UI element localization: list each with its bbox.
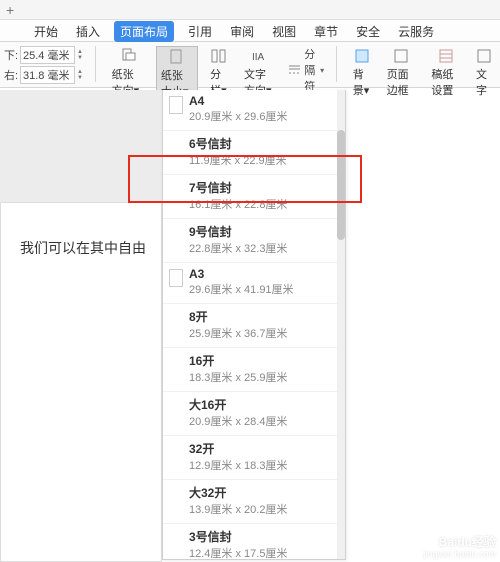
margin-right-label: 右: [4, 67, 18, 83]
svg-text:IIA: IIA [252, 52, 265, 63]
paper-size-name: 32开 [189, 440, 287, 457]
paper-size-name: 6号信封 [189, 135, 287, 152]
tab-cloud[interactable]: 云服务 [394, 21, 438, 42]
paper-size-name: 16开 [189, 352, 287, 369]
paper-size-icon [169, 49, 185, 65]
tab-review[interactable]: 审阅 [226, 21, 258, 42]
margin-right-row[interactable]: 右: 31.8 毫米 ▲▼ [4, 66, 83, 84]
page-border-label: 页面边框 [387, 66, 416, 98]
tab-page-layout[interactable]: 页面布局 [114, 21, 174, 42]
paper-size-name: 7号信封 [189, 179, 287, 196]
page-border-icon [393, 48, 409, 64]
tab-view[interactable]: 视图 [268, 21, 300, 42]
paper-size-option[interactable]: 16开18.3厘米 x 25.9厘米 [163, 347, 345, 391]
menu-scrollbar[interactable] [337, 90, 345, 559]
titlebar: + [0, 0, 500, 20]
paper-size-dims: 29.6厘米 x 41.91厘米 [189, 281, 294, 297]
paper-size-menu: A420.9厘米 x 29.6厘米6号信封11.9厘米 x 22.9厘米7号信封… [162, 90, 346, 560]
paper-size-option[interactable]: 6号信封11.9厘米 x 22.9厘米 [163, 130, 345, 174]
background-icon [354, 48, 370, 64]
paper-size-dims: 11.9厘米 x 22.9厘米 [189, 152, 287, 168]
orientation-icon [120, 48, 136, 64]
page-border-button[interactable]: 页面边框 [383, 46, 420, 100]
paper-size-dims: 18.3厘米 x 25.9厘米 [189, 369, 287, 385]
section-break-button[interactable]: 分隔符 ▾ [288, 46, 324, 94]
paper-size-name: 大16开 [189, 396, 287, 413]
text-icon [476, 48, 492, 64]
stepper-icon[interactable]: ▲▼ [77, 69, 83, 81]
columns-icon [211, 48, 227, 64]
scrollbar-thumb[interactable] [337, 130, 345, 240]
paper-size-option[interactable]: 3号信封12.4厘米 x 17.5厘米 [163, 523, 345, 560]
margin-bottom-value[interactable]: 25.4 毫米 [20, 46, 75, 64]
new-tab-button[interactable]: + [6, 2, 14, 18]
paper-size-option[interactable]: 8开25.9厘米 x 36.7厘米 [163, 303, 345, 347]
paper-size-option[interactable]: A420.9厘米 x 29.6厘米 [163, 90, 345, 130]
paper-size-dims: 22.8厘米 x 32.3厘米 [189, 240, 287, 256]
text-label: 文字 [476, 66, 492, 98]
paper-size-dims: 16.1厘米 x 22.8厘米 [189, 196, 287, 212]
paper-size-dims: 20.9厘米 x 29.6厘米 [189, 108, 287, 124]
ribbon: 下: 25.4 毫米 ▲▼ 右: 31.8 毫米 ▲▼ 纸张方向▾ 纸张大小▾ … [0, 42, 500, 88]
chevron-down-icon: ▾ [320, 66, 324, 75]
margin-group: 下: 25.4 毫米 ▲▼ 右: 31.8 毫米 ▲▼ [4, 46, 83, 84]
section-break-icon [288, 64, 302, 76]
paper-size-dims: 12.9厘米 x 18.3厘米 [189, 457, 287, 473]
watermark-sub: jingyan.baidu.com [423, 548, 496, 560]
divider [336, 46, 337, 82]
tab-chapter[interactable]: 章节 [310, 21, 342, 42]
document-body-text[interactable]: 我们可以在其中自由 [20, 238, 146, 258]
section-break-label: 分隔符 [304, 46, 318, 94]
stepper-icon[interactable]: ▲▼ [77, 49, 83, 61]
margin-right-value[interactable]: 31.8 毫米 [20, 66, 75, 84]
paper-size-dims: 25.9厘米 x 36.7厘米 [189, 325, 287, 341]
paper-size-option[interactable]: 大16开20.9厘米 x 28.4厘米 [163, 391, 345, 435]
page-thumb-icon [169, 269, 183, 287]
paper-size-dims: 20.9厘米 x 28.4厘米 [189, 413, 287, 429]
paper-size-option[interactable]: 9号信封22.8厘米 x 32.3厘米 [163, 218, 345, 262]
watermark-brand: Baidu经验 [423, 536, 496, 548]
paper-size-dims: 12.4厘米 x 17.5厘米 [189, 545, 287, 560]
paper-size-name: 3号信封 [189, 528, 287, 545]
paper-size-name: A4 [189, 94, 287, 108]
tab-security[interactable]: 安全 [352, 21, 384, 42]
draft-setup-label: 稿纸设置 [431, 66, 460, 98]
paper-size-name: 大32开 [189, 484, 287, 501]
margin-bottom-label: 下: [4, 47, 18, 63]
page-thumb-icon [169, 96, 183, 114]
text-button[interactable]: 文字 [472, 46, 496, 100]
paper-size-option[interactable]: 7号信封16.1厘米 x 22.8厘米 [163, 174, 345, 218]
paper-size-option[interactable]: 32开12.9厘米 x 18.3厘米 [163, 435, 345, 479]
tab-home[interactable]: 开始 [30, 21, 62, 42]
watermark: Baidu经验 jingyan.baidu.com [423, 536, 496, 560]
background-label: 背景▾ [353, 66, 371, 98]
paper-size-option[interactable]: A329.6厘米 x 41.91厘米 [163, 262, 345, 303]
tab-bar: 开始 插入 页面布局 引用 审阅 视图 章节 安全 云服务 [0, 20, 500, 42]
paper-size-name: 9号信封 [189, 223, 287, 240]
paper-size-option[interactable]: 大32开13.9厘米 x 20.2厘米 [163, 479, 345, 523]
margin-bottom-row[interactable]: 下: 25.4 毫米 ▲▼ [4, 46, 83, 64]
text-direction-icon: IIA [252, 48, 268, 64]
background-button[interactable]: 背景▾ [349, 46, 375, 100]
document-area: 我们可以在其中自由 [0, 90, 162, 562]
draft-setup-button[interactable]: 稿纸设置 [427, 46, 464, 100]
paper-size-name: A3 [189, 267, 294, 281]
tab-references[interactable]: 引用 [184, 21, 216, 42]
divider [95, 46, 96, 82]
tab-insert[interactable]: 插入 [72, 21, 104, 42]
draft-icon [438, 48, 454, 64]
paper-size-dims: 13.9厘米 x 20.2厘米 [189, 501, 287, 517]
paper-size-name: 8开 [189, 308, 287, 325]
